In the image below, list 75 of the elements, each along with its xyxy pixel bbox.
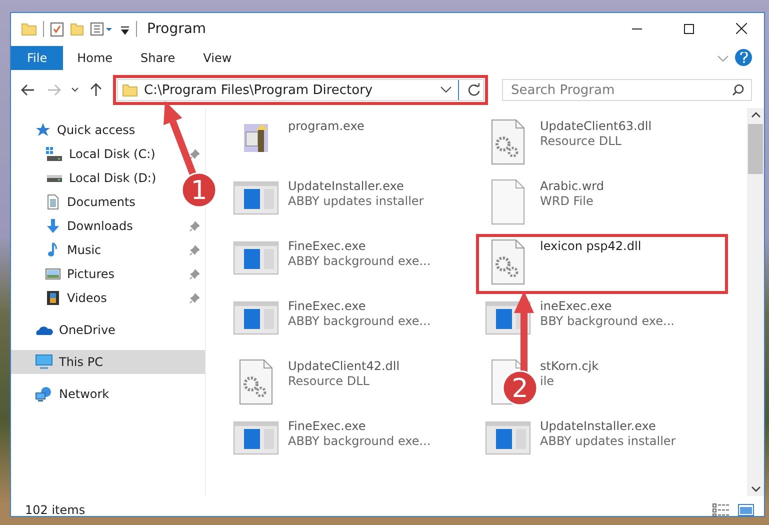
sidebar-item[interactable]: Pictures <box>11 262 205 286</box>
search-icon[interactable] <box>732 84 744 96</box>
star-icon <box>35 122 51 138</box>
ribbon-tab[interactable]: Share <box>126 46 190 70</box>
pin-icon[interactable] <box>189 148 201 160</box>
file-name[interactable]: UpdateInstaller.exe <box>288 179 424 193</box>
network-icon <box>35 386 53 402</box>
scrollbar[interactable] <box>747 108 764 496</box>
sidebar-item[interactable]: Videos <box>11 286 205 310</box>
file-type: Resource DLL <box>540 134 622 148</box>
scroll-down-icon[interactable] <box>750 486 760 492</box>
sidebar-item[interactable]: Documents <box>11 190 142 214</box>
file-name[interactable]: program.exe <box>288 119 364 133</box>
film-icon <box>45 290 61 306</box>
step-badge: 2 <box>502 370 538 406</box>
sidebar-item[interactable]: This PC <box>11 350 205 374</box>
chevron-down-icon[interactable] <box>71 87 79 93</box>
folder-icon <box>122 82 138 98</box>
file-type: ABBY background exe... <box>288 314 431 328</box>
file-type: BBY background exe... <box>540 314 674 328</box>
sidebar-item[interactable]: Quick access <box>11 118 142 142</box>
file-type: ABBY background exe... <box>288 434 431 448</box>
file-type: Resource DLL <box>288 374 370 388</box>
file-name[interactable]: UpdateClient42.dll <box>288 359 400 373</box>
maximize-icon[interactable] <box>684 24 694 34</box>
pin-icon[interactable] <box>189 244 201 256</box>
file-type: WRD File <box>540 194 594 208</box>
folder-icon <box>21 20 37 36</box>
expand-ribbon-icon[interactable] <box>717 55 729 63</box>
scrollbar-thumb[interactable] <box>748 124 763 174</box>
chevron-down-icon[interactable] <box>440 86 452 94</box>
sidebar-item[interactable]: OneDrive <box>11 318 122 342</box>
scroll-up-icon[interactable] <box>750 112 760 118</box>
document-icon <box>45 194 61 210</box>
monitor-icon <box>35 354 53 370</box>
sidebar-item[interactable]: Local Disk (C:) <box>11 142 205 166</box>
drive-icon <box>45 146 63 162</box>
pin-icon[interactable] <box>189 220 201 232</box>
file-type: ile <box>540 374 556 388</box>
sidebar-item[interactable]: Downloads <box>11 214 205 238</box>
pin-icon[interactable] <box>189 268 201 280</box>
file-name[interactable]: FineExec.exe <box>288 239 431 253</box>
picture-icon <box>45 266 61 282</box>
sidebar-item[interactable]: Music <box>11 238 205 262</box>
ribbon-tab[interactable]: View <box>189 46 246 70</box>
file-type: ABBY updates installer <box>540 434 676 448</box>
file-name[interactable]: Arabic.wrd <box>540 179 604 193</box>
window-title: Program <box>147 20 208 36</box>
ribbon-tab[interactable]: File <box>11 46 64 70</box>
step-badge: 1 <box>181 172 217 208</box>
file-name[interactable]: FineExec.exe <box>288 419 431 433</box>
download-icon <box>45 218 61 234</box>
file-name[interactable]: ineExec.exe <box>540 299 674 313</box>
close-icon[interactable] <box>736 23 746 34</box>
pin-icon[interactable] <box>189 292 201 304</box>
layout-menu-icon[interactable] <box>90 20 114 36</box>
up-arrow-icon[interactable] <box>90 83 102 97</box>
file-type: ABBY updates installer <box>288 194 424 208</box>
file-name[interactable]: UpdateClient63.dll <box>540 119 652 133</box>
file-name[interactable]: stKorn.cjk <box>540 359 599 373</box>
sidebar-item[interactable]: Local Disk (D:) <box>11 166 162 190</box>
help-icon[interactable] <box>735 49 752 66</box>
sidebar-item[interactable]: Network <box>11 382 116 406</box>
properties-icon[interactable] <box>50 20 64 36</box>
search-field[interactable]: Search Program <box>502 79 752 101</box>
back-arrow-icon[interactable] <box>21 84 35 96</box>
drive-icon <box>47 174 62 182</box>
file-name[interactable]: UpdateInstaller.exe <box>540 419 676 433</box>
ribbon-tab[interactable]: Home <box>63 46 127 70</box>
item-count: 102 items <box>25 503 86 517</box>
large-icons-view-icon[interactable] <box>738 503 754 517</box>
file-name[interactable]: FineExec.exe <box>288 299 431 313</box>
details-view-icon[interactable] <box>712 503 730 517</box>
file-name[interactable]: lexicon psp42.dll <box>540 239 642 253</box>
file-type: ABBY background exe... <box>288 254 431 268</box>
